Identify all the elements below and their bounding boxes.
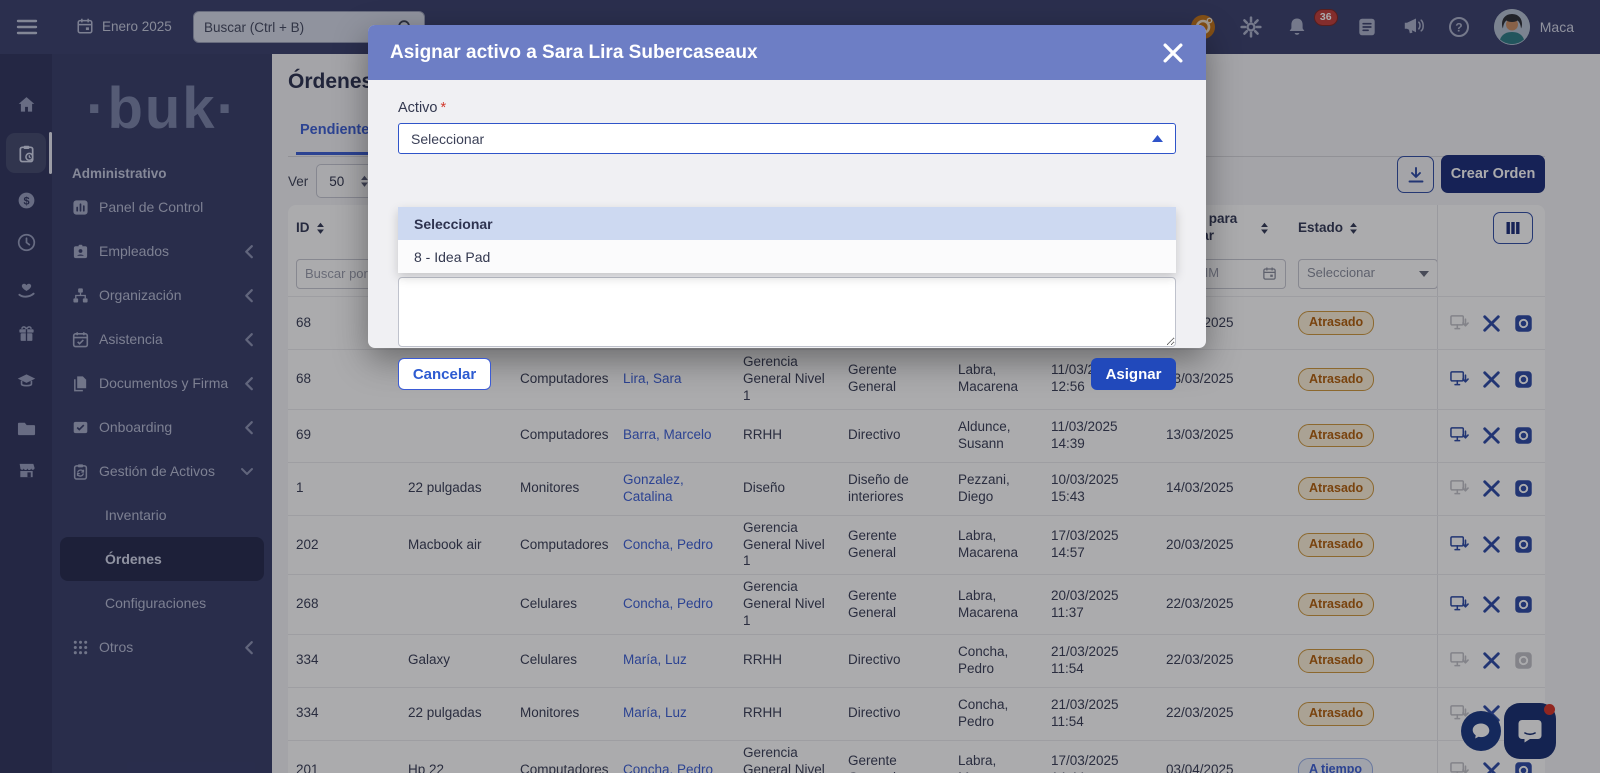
select-option[interactable]: Seleccionar [398,207,1176,240]
chevron-up-icon [1152,135,1163,142]
asset-select[interactable]: Seleccionar [398,123,1176,154]
required-mark: * [441,100,447,116]
field-label: Activo* [398,100,1176,116]
cancel-button[interactable]: Cancelar [398,358,491,390]
modal-body: Activo* Seleccionar Seleccionar8 - Idea … [368,80,1206,348]
modal-title: Asignar activo a Sara Lira Subercaseaux [390,42,758,64]
modal-header: Asignar activo a Sara Lira Subercaseaux [368,25,1206,80]
select-option[interactable]: 8 - Idea Pad [398,240,1176,273]
asset-select-value: Seleccionar [411,131,484,147]
assign-button[interactable]: Asignar [1091,358,1176,390]
app-screen: Enero 2025 36 ? Maca $ ·buk· Administrat… [0,0,1600,773]
assign-asset-modal: Asignar activo a Sara Lira Subercaseaux … [368,25,1206,348]
close-icon[interactable] [1162,42,1184,64]
asset-select-dropdown: Seleccionar8 - Idea Pad [398,207,1176,273]
comment-textarea[interactable] [398,277,1176,347]
